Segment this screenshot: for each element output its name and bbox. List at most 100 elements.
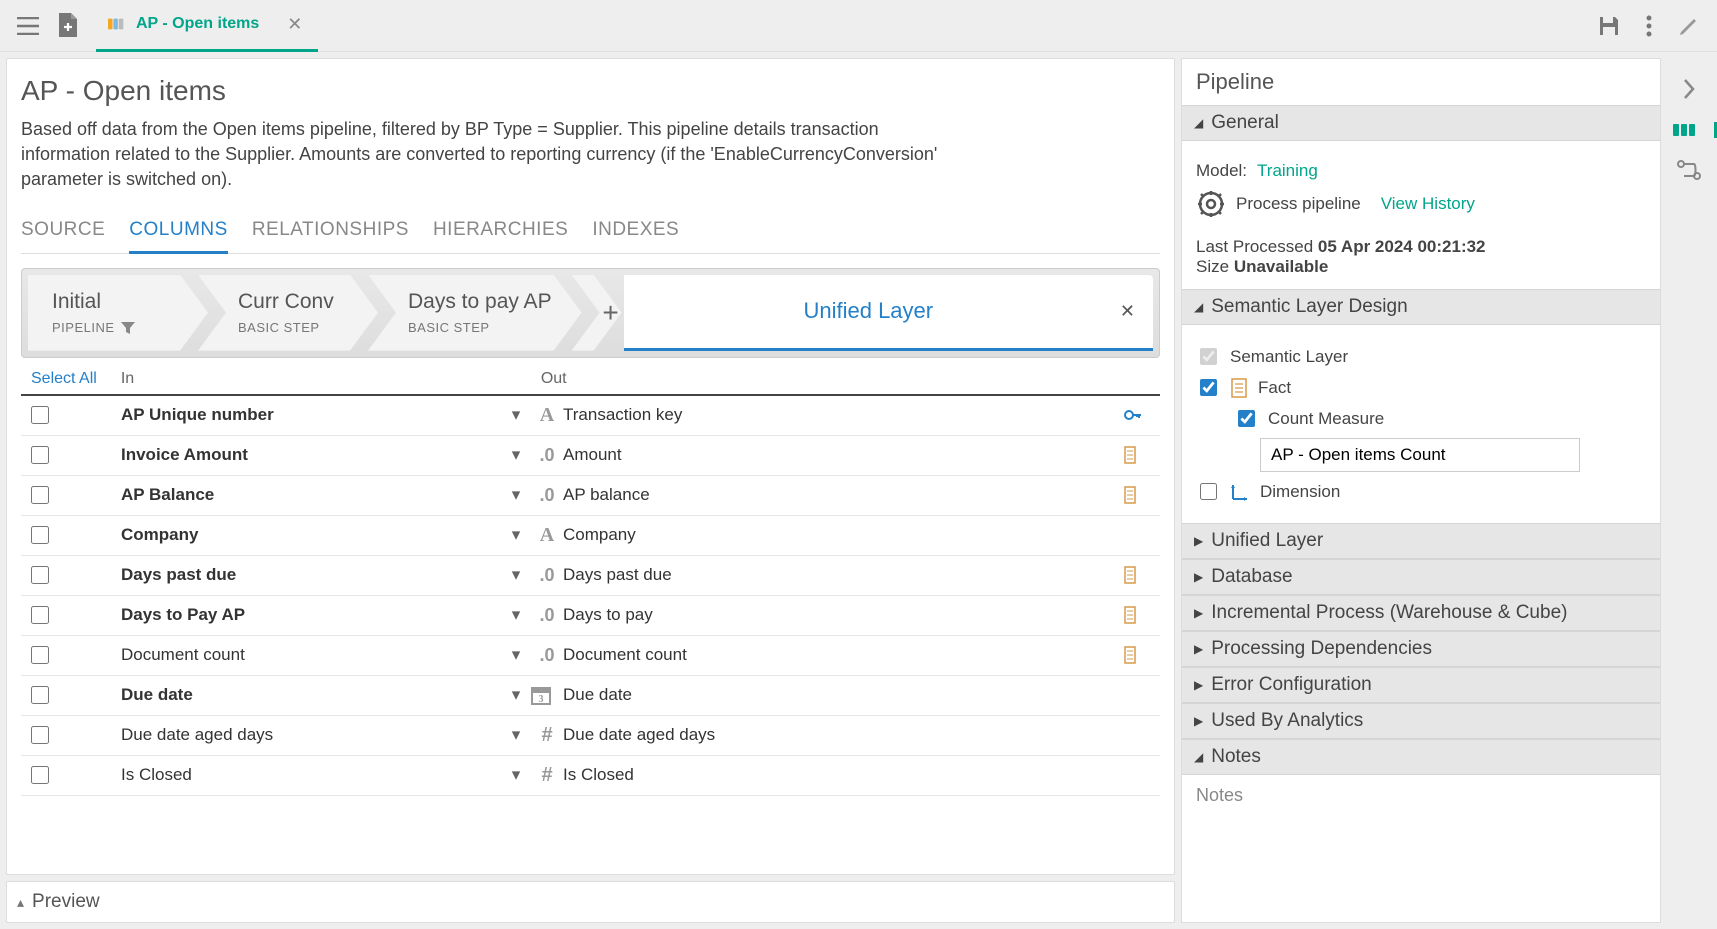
notes-input[interactable]: Notes: [1182, 775, 1660, 855]
column-row[interactable]: AP Balance▾.0AP balance: [21, 476, 1160, 516]
column-badge-icon: [1124, 566, 1154, 584]
column-in-name: Is Closed: [121, 765, 501, 785]
step-curr-conv[interactable]: Curr Conv BASIC STEP: [198, 275, 378, 351]
count-measure-checkbox[interactable]: [1238, 410, 1255, 427]
dimension-checkbox[interactable]: [1200, 483, 1217, 500]
column-dropdown-icon[interactable]: ▾: [501, 725, 531, 745]
column-row[interactable]: Days to Pay AP▾.0Days to pay: [21, 596, 1160, 636]
column-in-name: Document count: [121, 645, 501, 665]
view-history-link[interactable]: View History: [1381, 194, 1475, 214]
column-type-icon: .0: [531, 645, 563, 666]
collapse-icon: ◢: [1194, 750, 1203, 764]
subtab-columns[interactable]: COLUMNS: [129, 213, 228, 254]
column-checkbox[interactable]: [31, 606, 49, 624]
column-dropdown-icon[interactable]: ▾: [501, 485, 531, 505]
tab-active[interactable]: AP - Open items ✕: [96, 0, 318, 52]
column-type-icon: .0: [531, 445, 563, 466]
column-checkbox[interactable]: [31, 646, 49, 664]
section-collapsed[interactable]: ▶Incremental Process (Warehouse & Cube): [1182, 595, 1660, 631]
filter-icon: [121, 322, 135, 334]
preview-label: Preview: [32, 891, 100, 913]
flow-rail-icon[interactable]: [1677, 160, 1701, 180]
pipeline-rail-icon[interactable]: [1673, 122, 1717, 138]
column-checkbox[interactable]: [31, 686, 49, 704]
column-row[interactable]: Invoice Amount▾.0Amount: [21, 436, 1160, 476]
section-collapsed[interactable]: ▶Used By Analytics: [1182, 703, 1660, 739]
column-dropdown-icon[interactable]: ▾: [501, 685, 531, 705]
section-collapsed[interactable]: ▶Error Configuration: [1182, 667, 1660, 703]
expand-panel-icon[interactable]: [1682, 78, 1696, 100]
save-icon[interactable]: [1589, 6, 1629, 46]
model-label: Model:: [1196, 161, 1247, 181]
step-days-to-pay[interactable]: Days to pay AP BASIC STEP: [368, 275, 582, 351]
section-notes[interactable]: ◢ Notes: [1182, 739, 1660, 775]
menu-icon[interactable]: [8, 6, 48, 46]
page-title: AP - Open items: [21, 75, 1160, 107]
column-checkbox[interactable]: [31, 726, 49, 744]
preview-bar[interactable]: ▴ Preview: [6, 881, 1175, 923]
tab-title: AP - Open items: [136, 15, 259, 33]
expand-icon: ▶: [1194, 642, 1203, 656]
model-link[interactable]: Training: [1257, 161, 1318, 181]
column-in-name: AP Unique number: [121, 405, 501, 425]
tab-close-icon[interactable]: ✕: [287, 14, 302, 35]
column-row[interactable]: Company▾ACompany: [21, 516, 1160, 556]
column-dropdown-icon[interactable]: ▾: [501, 565, 531, 585]
column-dropdown-icon[interactable]: ▾: [501, 765, 531, 785]
column-checkbox[interactable]: [31, 446, 49, 464]
process-pipeline-label: Process pipeline: [1236, 194, 1361, 214]
column-type-icon: 3: [531, 685, 563, 705]
section-collapsed[interactable]: ▶Database: [1182, 559, 1660, 595]
column-row[interactable]: Is Closed▾#Is Closed: [21, 756, 1160, 796]
column-checkbox[interactable]: [31, 526, 49, 544]
section-general[interactable]: ◢ General: [1182, 105, 1660, 141]
last-processed: Last Processed 05 Apr 2024 00:21:32: [1196, 237, 1646, 257]
column-out-name: Days past due: [563, 565, 1124, 585]
column-checkbox[interactable]: [31, 566, 49, 584]
pipeline-panel-title: Pipeline: [1182, 59, 1660, 105]
edit-pencil-icon[interactable]: [1669, 6, 1709, 46]
new-document-icon[interactable]: [48, 6, 88, 46]
column-row[interactable]: AP Unique number▾ATransaction key: [21, 396, 1160, 436]
section-semantic-design[interactable]: ◢ Semantic Layer Design: [1182, 289, 1660, 325]
column-dropdown-icon[interactable]: ▾: [501, 645, 531, 665]
fact-checkbox[interactable]: [1200, 379, 1217, 396]
column-in-name: Company: [121, 525, 501, 545]
column-out-name: Company: [563, 525, 1124, 545]
subtab-indexes[interactable]: INDEXES: [592, 213, 679, 253]
column-out-name: Is Closed: [563, 765, 1124, 785]
more-options-icon[interactable]: [1629, 6, 1669, 46]
close-unified-layer-icon[interactable]: ✕: [1120, 301, 1135, 322]
expand-icon: ▶: [1194, 678, 1203, 692]
column-out-name: Transaction key: [563, 405, 1124, 425]
subtabs: SOURCE COLUMNS RELATIONSHIPS HIERARCHIES…: [21, 213, 1160, 254]
column-row[interactable]: Days past due▾.0Days past due: [21, 556, 1160, 596]
select-all-link[interactable]: Select All: [31, 370, 97, 388]
column-checkbox[interactable]: [31, 406, 49, 424]
subtab-source[interactable]: SOURCE: [21, 213, 105, 253]
step-initial[interactable]: Initial PIPELINE: [28, 275, 208, 351]
step-unified-layer[interactable]: Unified Layer ✕: [624, 275, 1153, 351]
column-row[interactable]: Due date▾3Due date: [21, 676, 1160, 716]
columns-header: Select All In Out: [21, 358, 1160, 394]
topbar: AP - Open items ✕: [0, 0, 1717, 52]
subtab-relationships[interactable]: RELATIONSHIPS: [252, 213, 409, 253]
expand-preview-icon[interactable]: ▴: [17, 894, 24, 911]
column-dropdown-icon[interactable]: ▾: [501, 445, 531, 465]
column-checkbox[interactable]: [31, 766, 49, 784]
size-row: Size Unavailable: [1196, 257, 1646, 277]
section-collapsed[interactable]: ▶Unified Layer: [1182, 523, 1660, 559]
count-measure-input[interactable]: [1260, 438, 1580, 472]
column-dropdown-icon[interactable]: ▾: [501, 525, 531, 545]
column-dropdown-icon[interactable]: ▾: [501, 605, 531, 625]
subtab-hierarchies[interactable]: HIERARCHIES: [433, 213, 568, 253]
column-badge-icon: [1124, 408, 1154, 422]
column-dropdown-icon[interactable]: ▾: [501, 405, 531, 425]
section-collapsed[interactable]: ▶Processing Dependencies: [1182, 631, 1660, 667]
column-row[interactable]: Document count▾.0Document count: [21, 636, 1160, 676]
column-row[interactable]: Due date aged days▾#Due date aged days: [21, 716, 1160, 756]
right-rail: [1667, 58, 1711, 923]
column-in-name: Days past due: [121, 565, 501, 585]
column-checkbox[interactable]: [31, 486, 49, 504]
column-in-name: Due date aged days: [121, 725, 501, 745]
